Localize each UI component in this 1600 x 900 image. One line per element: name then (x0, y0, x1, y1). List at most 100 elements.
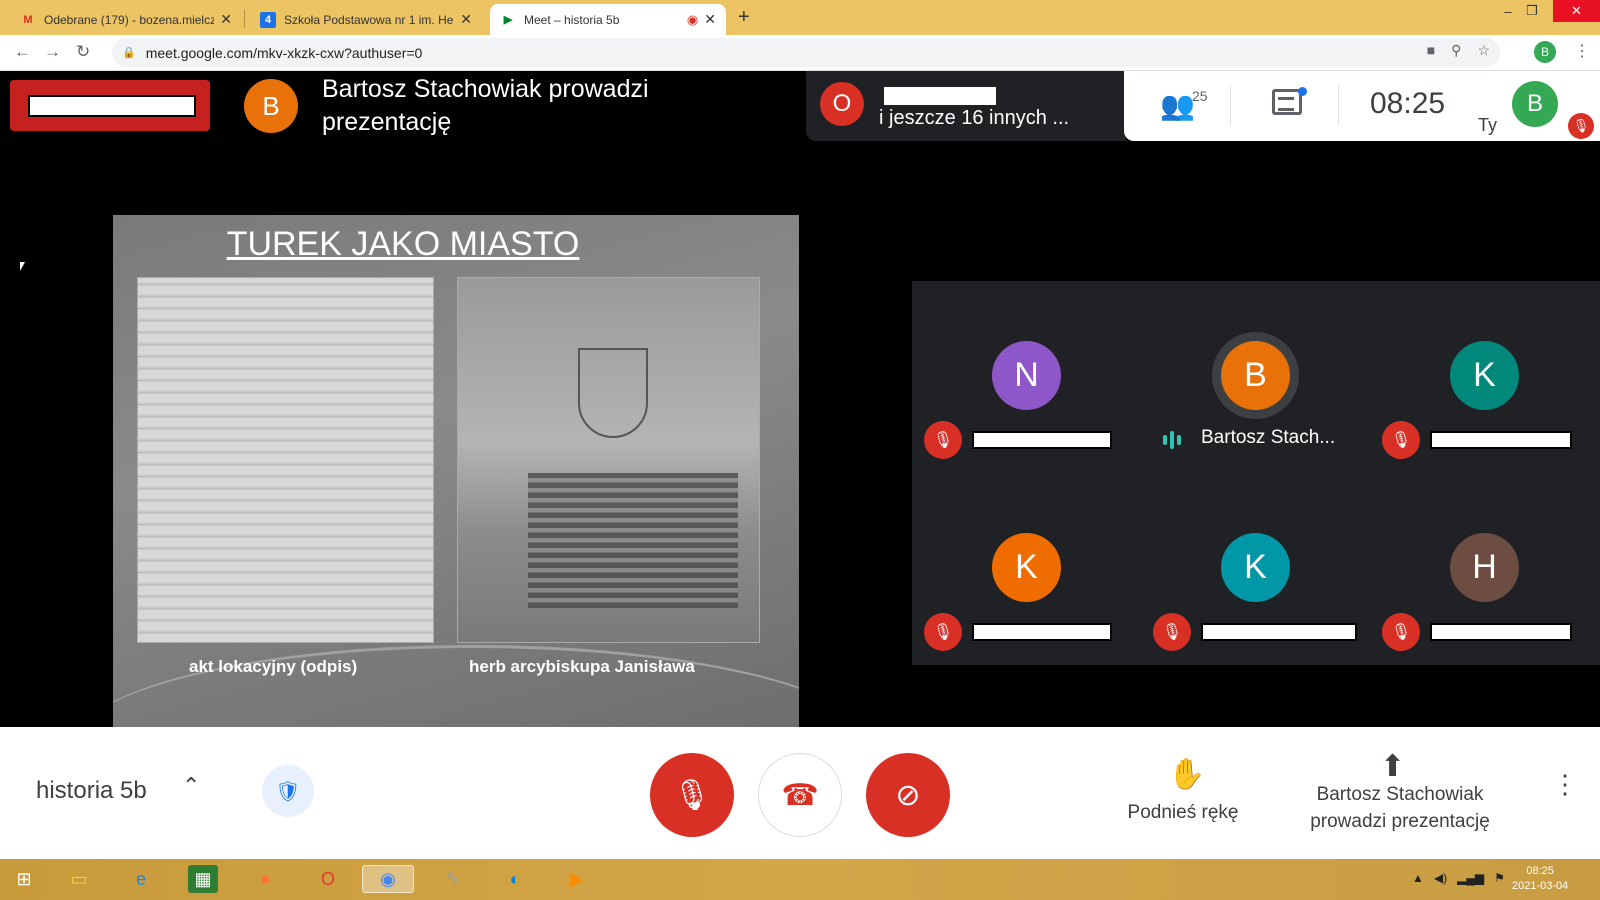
mic-off-icon: 🎙 (1153, 613, 1191, 651)
divider (1338, 85, 1339, 125)
tab-divider (244, 10, 245, 28)
back-icon[interactable]: ← (14, 42, 31, 62)
participant-avatar: H (1450, 533, 1519, 602)
raise-hand-icon[interactable]: ✋ (1168, 757, 1205, 792)
participant-tile[interactable]: K 🎙 (912, 473, 1141, 665)
redacted-name (972, 623, 1112, 641)
store-icon[interactable]: ▦ (188, 865, 218, 893)
coat-of-arms-image (457, 277, 760, 643)
shared-slide: TUREK JAKO MIASTO akt lokacyjny (odpis) … (113, 215, 799, 727)
host-controls-lock-icon[interactable]: 🛡 (262, 765, 314, 817)
participant-tile[interactable]: H 🎙 (1370, 473, 1599, 665)
restore-icon[interactable]: ❐ (1512, 0, 1552, 22)
mouse-cursor (20, 262, 25, 271)
speaking-indicator-icon (1153, 421, 1191, 459)
address-bar[interactable]: 🔒 meet.google.com/mkv-xkzk-cxw?authuser=… (112, 38, 1500, 67)
opera-icon[interactable]: O (313, 865, 343, 893)
windows-taskbar: ⊞ ▭ e ▦ ● O ◉ ✎ ◐ ▶ ▲ ◀) ▂▄▆ ⚑ 08:25 202… (0, 859, 1600, 900)
shield-drawing (578, 348, 648, 438)
manuscript-text-block (528, 473, 738, 608)
firefox-icon[interactable]: ● (250, 865, 280, 893)
camera-toggle-button[interactable]: ⊘ (866, 753, 950, 837)
tab-gmail[interactable]: M Odebrane (179) - bozena.mielcza ✕ (10, 4, 242, 35)
tab-meet[interactable]: ▶ Meet – historia 5b ◉ ✕ (490, 4, 726, 35)
participant-avatar: K (992, 533, 1061, 602)
browser-menu-icon[interactable]: ⋮ (1574, 41, 1590, 61)
participant-tile[interactable]: K 🎙 (1370, 281, 1599, 473)
chrome-icon[interactable]: ◉ (362, 865, 414, 893)
network-icon[interactable]: ▂▄▆ (1457, 871, 1484, 885)
meet-header: B Bartosz Stachowiak prowadzi prezentacj… (0, 71, 1600, 141)
self-label: Ty (1478, 115, 1498, 135)
star-icon[interactable]: ☆ (1477, 42, 1490, 59)
reload-icon[interactable]: ↻ (76, 42, 90, 62)
flag-icon[interactable]: ⚑ (1494, 871, 1505, 885)
meeting-clock: 08:25 (1370, 87, 1446, 120)
meet-control-bar: historia 5b ⌃ 🛡 🎙 ☎ ⊘ ✋ Podnieś rękę ⬆ B… (0, 727, 1600, 859)
other-participants-strip[interactable]: O i jeszcze 16 innych ... (806, 71, 1126, 141)
chevron-up-icon[interactable]: ⌃ (182, 773, 200, 799)
meeting-name: historia 5b (36, 777, 147, 804)
presenter-avatar: B (244, 79, 298, 133)
start-windows-icon[interactable]: ⊞ (9, 865, 39, 893)
redacted-name (1430, 431, 1572, 449)
recording-icon: ◉ (686, 11, 699, 27)
profile-avatar[interactable]: B (1534, 41, 1556, 63)
taskbar-time: 08:25 (1526, 865, 1554, 877)
tab-label: Meet – historia 5b (524, 12, 620, 27)
slide-title: TUREK JAKO MIASTO (226, 225, 580, 263)
participant-avatar: B (1221, 341, 1290, 410)
taskbar-clock[interactable]: 08:25 2021-03-04 (1512, 864, 1568, 894)
slide-caption-right: herb arcybiskupa Janisława (469, 657, 695, 676)
participant-tile[interactable]: N 🎙 (912, 281, 1141, 473)
close-window-icon[interactable]: ✕ (1553, 0, 1600, 22)
raise-hand-button[interactable]: Podnieś rękę (1108, 799, 1258, 826)
redacted-name (972, 431, 1112, 449)
chat-notification-dot (1298, 87, 1307, 96)
mic-off-icon: 🎙 (924, 613, 962, 651)
edge-icon[interactable]: ◐ (500, 865, 530, 893)
redacted-name (884, 87, 996, 105)
camera-icon[interactable]: ■ (1427, 42, 1435, 59)
camera-off-icon: ⊘ (895, 778, 921, 812)
mic-off-icon: 🎙 (924, 421, 962, 459)
zoom-icon[interactable]: ⚲ (1451, 42, 1461, 59)
redacted-presenter-tile (10, 80, 210, 131)
lock-icon[interactable]: 🔒 (122, 46, 136, 59)
presenting-line-2[interactable]: prowadzi prezentację (1290, 808, 1510, 835)
divider (1230, 85, 1231, 125)
others-count-text: i jeszcze 16 innych ... (879, 107, 1070, 129)
meet-icon: ▶ (503, 14, 513, 26)
browser-tabstrip: M Odebrane (179) - bozena.mielcza ✕ 4 Sz… (0, 0, 1600, 35)
url-text: meet.google.com/mkv-xkzk-cxw?authuser=0 (145, 44, 423, 61)
tab-label: Odebrane (179) - bozena.mielcza (44, 12, 215, 27)
present-screen-icon[interactable]: ⬆ (1380, 749, 1405, 784)
internet-explorer-icon[interactable]: e (126, 865, 156, 893)
paint-icon[interactable]: ✎ (438, 865, 468, 893)
more-options-icon[interactable]: ⋮ (1552, 769, 1578, 800)
tray-chevron-icon[interactable]: ▲ (1412, 871, 1424, 885)
participant-grid: N 🎙 B Bartosz Stach... K 🎙 K 🎙 K 🎙 H 🎙 (912, 281, 1600, 665)
close-tab-icon[interactable]: ✕ (220, 11, 232, 28)
close-tab-icon[interactable]: ✕ (704, 11, 716, 28)
hang-up-icon: ☎ (781, 778, 819, 812)
participant-avatar: K (1450, 341, 1519, 410)
microphone-toggle-button[interactable]: 🎙 (650, 753, 734, 837)
participant-tile[interactable]: K 🎙 (1141, 473, 1370, 665)
presenting-line-1[interactable]: Bartosz Stachowiak (1290, 781, 1510, 808)
tab-label: Szkoła Podstawowa nr 1 im. Hen (284, 12, 455, 27)
new-tab-button[interactable]: + (738, 6, 750, 29)
tab-school[interactable]: 4 Szkoła Podstawowa nr 1 im. Hen ✕ (250, 4, 482, 35)
volume-icon[interactable]: ◀) (1434, 871, 1447, 885)
forward-icon[interactable]: → (44, 42, 61, 62)
people-icon[interactable]: 👥 (1160, 89, 1195, 122)
participant-count: 25 (1192, 88, 1208, 104)
participant-tile[interactable]: B Bartosz Stach... (1141, 281, 1370, 473)
participant-avatar: K (1221, 533, 1290, 602)
taskbar-date: 2021-03-04 (1512, 880, 1569, 892)
media-player-icon[interactable]: ▶ (562, 865, 592, 893)
file-explorer-icon[interactable]: ▭ (64, 865, 94, 893)
leave-call-button[interactable]: ☎ (758, 753, 842, 837)
redacted-name (1430, 623, 1572, 641)
close-tab-icon[interactable]: ✕ (460, 11, 472, 28)
